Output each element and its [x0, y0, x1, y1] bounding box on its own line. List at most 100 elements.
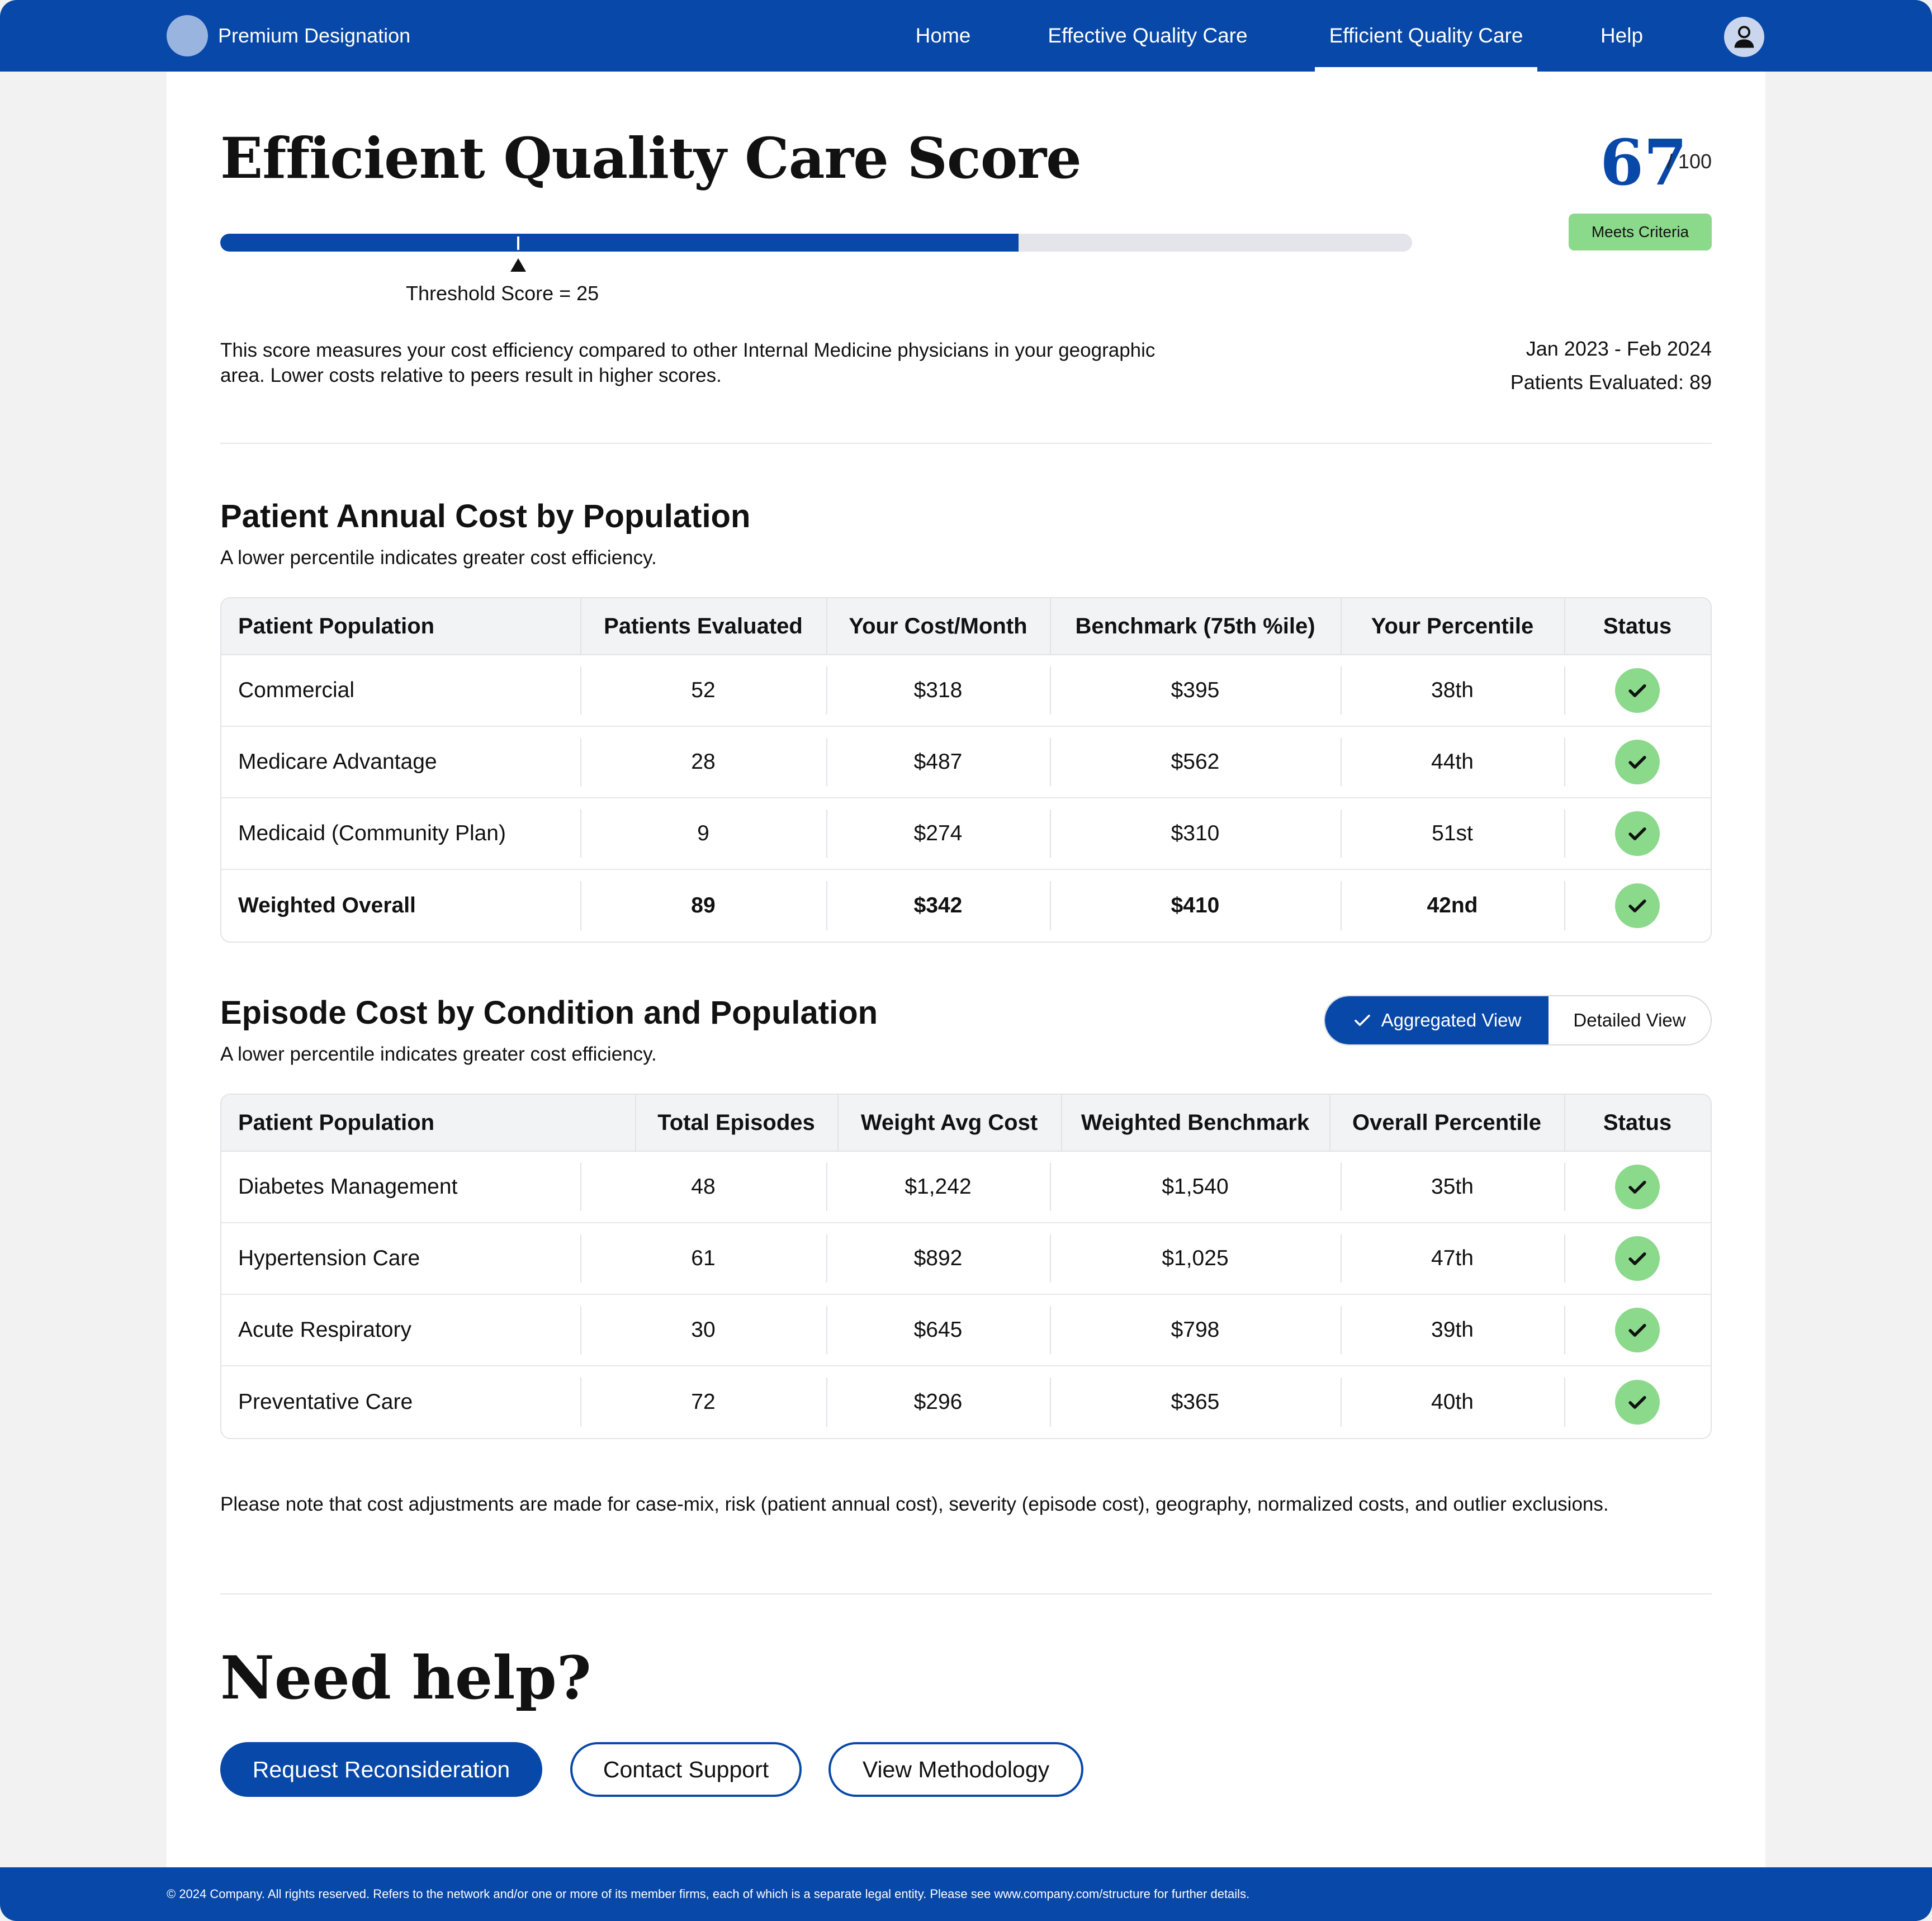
- annual-table-population-cell: Commercial: [238, 678, 355, 702]
- view-methodology-button[interactable]: View Methodology: [828, 1742, 1083, 1797]
- user-avatar-button[interactable]: [1724, 17, 1764, 57]
- page-title: Efficient Quality Care Score: [220, 125, 1082, 191]
- contact-support-button[interactable]: Contact Support: [570, 1742, 802, 1797]
- aggregated-view-button[interactable]: Aggregated View: [1325, 996, 1549, 1044]
- episode-cost-table: Patient Population Total Episodes Weight A…: [220, 1094, 1712, 1439]
- annual-table-population-cell: Weighted Overall: [238, 893, 416, 917]
- annual-table-column-header: Your Cost/Month: [849, 613, 1027, 638]
- episode-table-value-cell: 48: [691, 1175, 716, 1199]
- column-separator: [826, 1306, 827, 1354]
- annual-table-value-cell: 89: [691, 893, 716, 917]
- annual-table-value-cell: 38th: [1431, 678, 1474, 702]
- column-separator: [1329, 1095, 1330, 1151]
- column-separator: [580, 1163, 581, 1211]
- episode-table-column-header: Overall Percentile: [1352, 1110, 1541, 1135]
- score-meta: Jan 2023 - Feb 2024 Patients Evaluated: …: [1510, 332, 1712, 399]
- column-separator: [1341, 881, 1342, 930]
- column-separator: [837, 1095, 839, 1151]
- brand[interactable]: Premium Designation: [167, 15, 411, 56]
- nav-efficient-quality-care[interactable]: Efficient Quality Care: [1315, 0, 1537, 72]
- annual-table-status-cell: [1564, 655, 1711, 726]
- column-separator: [826, 666, 827, 715]
- column-separator: [826, 810, 827, 858]
- check-circle-icon: [1615, 740, 1660, 784]
- annual-table-row: Commercial 52 $318 $395 38th: [221, 655, 1711, 727]
- episode-table-value-cell: $365: [1171, 1390, 1220, 1414]
- annual-table-value-cell: 42nd: [1427, 893, 1478, 917]
- column-separator: [1341, 1234, 1342, 1283]
- annual-cost-table: Patient Population Patients Evaluated Your…: [220, 597, 1712, 943]
- column-separator: [580, 738, 581, 786]
- column-separator: [826, 1234, 827, 1283]
- column-separator: [1564, 1378, 1565, 1427]
- column-separator: [1341, 666, 1342, 715]
- nav-home[interactable]: Home: [902, 0, 984, 72]
- column-separator: [1564, 1163, 1565, 1211]
- episode-table-column-header: Total Episodes: [657, 1110, 815, 1135]
- annual-table-value-cell: 51st: [1432, 821, 1473, 845]
- annual-table-row: Medicare Advantage 28 $487 $562 44th: [221, 727, 1711, 798]
- column-separator: [1061, 1095, 1062, 1151]
- annual-table-value-cell: $274: [913, 821, 963, 845]
- episode-table-value-cell: 72: [691, 1390, 716, 1414]
- episode-table-row: Preventative Care 72 $296 $365 40th: [221, 1366, 1711, 1438]
- episode-table-value-cell: 61: [691, 1246, 716, 1270]
- check-circle-icon: [1615, 668, 1660, 713]
- annual-table-population-cell: Medicaid (Community Plan): [238, 821, 506, 845]
- annual-table-value-cell: 9: [697, 821, 709, 845]
- annual-table-column-header: Benchmark (75th %ile): [1075, 613, 1315, 638]
- episode-table-value-cell: $1,025: [1162, 1246, 1229, 1270]
- column-separator: [635, 1095, 636, 1151]
- column-separator: [1341, 1163, 1342, 1211]
- annual-table-value-cell: $487: [913, 750, 963, 774]
- column-separator: [1341, 1306, 1342, 1354]
- episode-table-column-header: Weight Avg Cost: [860, 1110, 1038, 1135]
- aggregated-view-label: Aggregated View: [1381, 1010, 1522, 1030]
- brand-name: Premium Designation: [218, 24, 411, 47]
- column-separator: [826, 738, 827, 786]
- annual-table-value-cell: $562: [1171, 750, 1220, 774]
- episode-cost-subtitle: A lower percentile indicates greater cos…: [220, 1043, 657, 1065]
- episode-table-value-cell: $892: [913, 1246, 963, 1270]
- episode-table-value-cell: $645: [913, 1318, 963, 1342]
- episode-table-value-cell: 47th: [1431, 1246, 1474, 1270]
- column-separator: [1050, 881, 1051, 930]
- nav-help[interactable]: Help: [1591, 0, 1652, 72]
- column-separator: [1564, 666, 1565, 715]
- column-separator: [826, 1378, 827, 1427]
- column-separator: [826, 1163, 827, 1211]
- column-separator: [1564, 810, 1565, 858]
- annual-table-column-header: Patient Population: [238, 613, 435, 638]
- column-separator: [1050, 1234, 1051, 1283]
- column-separator: [580, 810, 581, 858]
- check-icon: [1354, 1014, 1370, 1026]
- column-separator: [580, 598, 581, 654]
- episode-table-population-cell: Hypertension Care: [238, 1246, 420, 1270]
- episode-table-row: Diabetes Management 48 $1,242 $1,540 35th: [221, 1152, 1711, 1223]
- annual-table-column-header: Patients Evaluated: [604, 613, 803, 638]
- episode-table-status-cell: [1564, 1223, 1711, 1294]
- annual-table-status-cell: [1564, 798, 1711, 869]
- column-separator: [1341, 738, 1342, 786]
- column-separator: [826, 881, 827, 930]
- divider: [220, 1593, 1712, 1594]
- annual-table-value-cell: $318: [913, 678, 963, 702]
- annual-table-value-cell: $395: [1171, 678, 1220, 702]
- episode-table-column-header: Weighted Benchmark: [1081, 1110, 1310, 1135]
- annual-table-header-row: Patient Population Patients Evaluated Your…: [221, 598, 1711, 655]
- episode-table-value-cell: $1,242: [905, 1175, 972, 1199]
- nav-effective-quality-care[interactable]: Effective Quality Care: [1032, 0, 1263, 72]
- brand-logo-icon: [167, 15, 208, 56]
- detailed-view-button[interactable]: Detailed View: [1549, 996, 1711, 1044]
- episode-table-population-cell: Diabetes Management: [238, 1175, 458, 1199]
- column-separator: [1050, 666, 1051, 715]
- column-separator: [1341, 1378, 1342, 1427]
- column-separator: [1564, 1095, 1565, 1151]
- top-nav: Premium Designation Home Effective Quali…: [0, 0, 1932, 72]
- main-card: Efficient Quality Care Score 67 / 100 Me…: [167, 72, 1765, 1867]
- score-progress-fill: [220, 234, 1019, 252]
- score-max: / 100: [1666, 150, 1712, 173]
- request-reconsideration-button[interactable]: Request Reconsideration: [220, 1742, 542, 1797]
- threshold-tick: [517, 236, 519, 250]
- check-circle-icon: [1615, 1236, 1660, 1281]
